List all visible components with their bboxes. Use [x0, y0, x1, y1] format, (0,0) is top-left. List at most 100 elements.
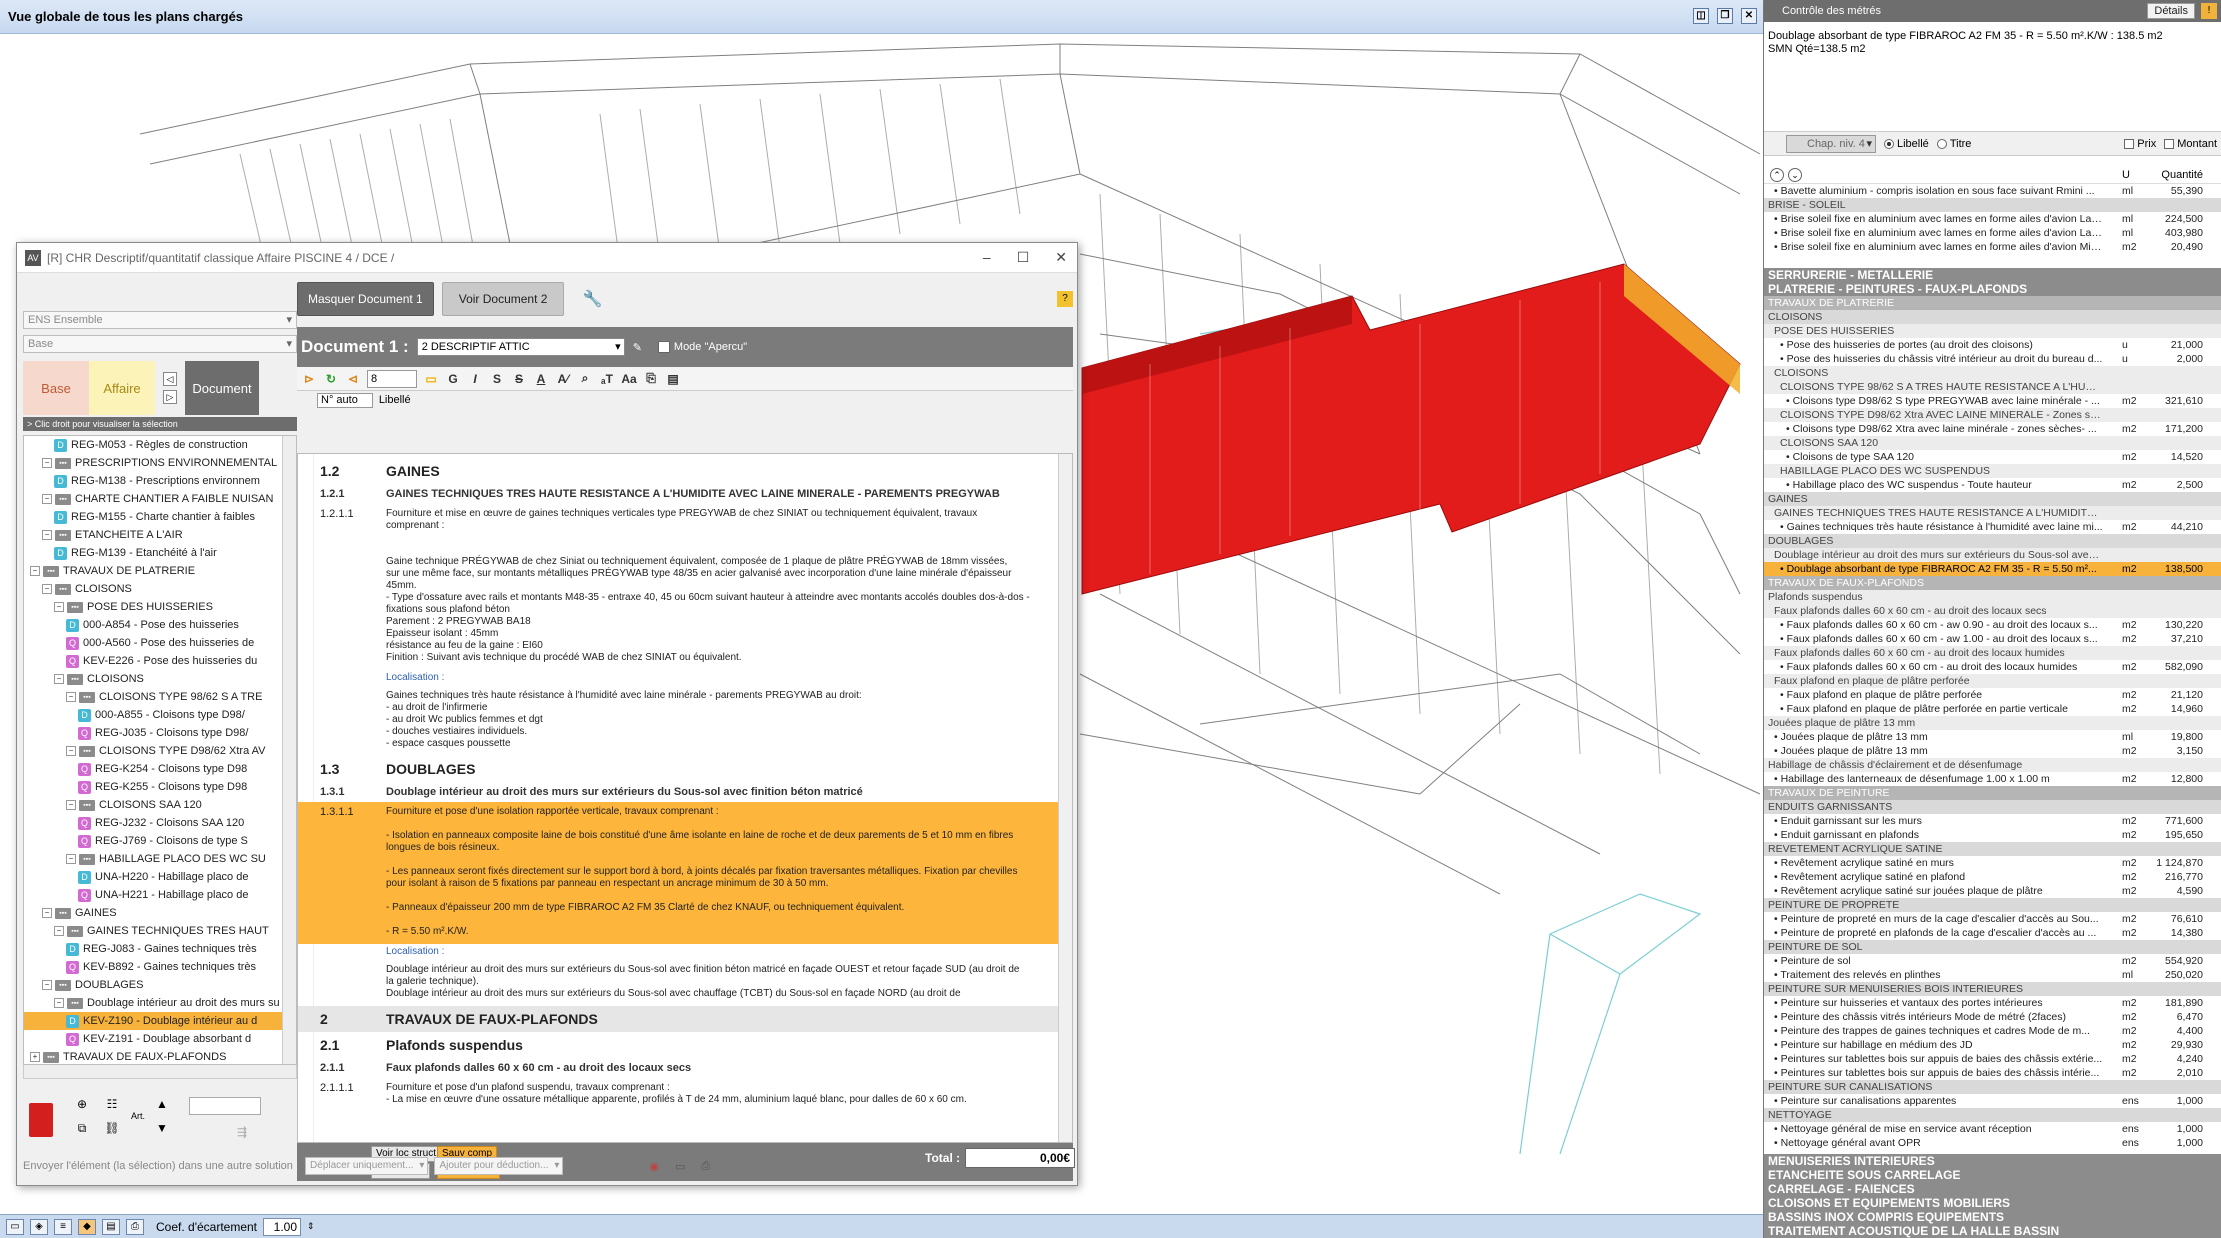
chapter-row[interactable]: GAINES TECHNIQUES TRES HAUTE RESISTANCE …: [1764, 506, 2221, 520]
document-heading[interactable]: 1.3 DOUBLAGES: [298, 756, 1072, 782]
quantity-row[interactable]: • Revêtement acrylique satiné en murs m2 1…: [1764, 856, 2221, 870]
other-chapters-list[interactable]: MENUISERIES INTERIEURES ETANCHEITE SOUS C…: [1764, 1154, 2221, 1238]
tree-item[interactable]: D REG-M139 - Etanchéité à l'air: [24, 544, 296, 562]
document-paragraph[interactable]: 1.2.1.1 Fourniture et mise en œuvre de ga…: [298, 504, 1072, 670]
quantity-row[interactable]: • Faux plafond en plaque de plâtre perfo…: [1764, 702, 2221, 716]
chapter-row[interactable]: ENDUITS GARNISSANTS: [1764, 800, 2221, 814]
eye-icon[interactable]: ◉: [649, 1160, 659, 1173]
chapter-row[interactable]: CLOISONS TYPE 98/62 S A TRES HAUTE RESIS…: [1764, 380, 2221, 394]
chapter-row[interactable]: CLOISONS: [1764, 366, 2221, 380]
font-size-select[interactable]: 8: [367, 369, 417, 388]
chapter-row[interactable]: TRAVAUX DE PEINTURE: [1764, 786, 2221, 800]
tree-expander-icon[interactable]: −: [42, 980, 52, 990]
show-document2-button[interactable]: Voir Document 2: [441, 282, 565, 316]
edit-doc-icon[interactable]: ✎: [633, 341, 642, 354]
tree-item[interactable]: D 000-A854 - Pose des huisseries: [24, 616, 296, 634]
chapter-row[interactable]: PEINTURE SUR MENUISERIES BOIS INTERIEURE…: [1764, 982, 2221, 996]
tree-item[interactable]: − ▪▪▪ Doublage intérieur au droit des murs…: [24, 994, 296, 1012]
document-paragraph[interactable]: Doublage intérieur au droit des murs sur…: [298, 960, 1072, 1006]
quantity-row[interactable]: • Cloisons type D98/62 S type PREGYWAB a…: [1764, 394, 2221, 408]
tree-expander-icon[interactable]: −: [54, 926, 64, 936]
tree-expander-icon[interactable]: −: [42, 908, 52, 918]
quantity-row[interactable]: • Peintures sur tablettes bois sur appui…: [1764, 1052, 2221, 1066]
move-up-icon[interactable]: ▲: [153, 1095, 171, 1113]
document-heading[interactable]: 2 TRAVAUX DE FAUX-PLAFONDS: [298, 1006, 1072, 1032]
chapter-row[interactable]: CLOISONS: [1764, 310, 2221, 324]
document-subheading[interactable]: 1.3.1 Doublage intérieur au droit des mur…: [298, 782, 1072, 802]
chapter-row[interactable]: REVETEMENT ACRYLIQUE SATINE: [1764, 842, 2221, 856]
library-tree[interactable]: D REG-M053 - Règles de construction − ▪▪▪ PR…: [23, 435, 297, 1065]
transfer-icon[interactable]: ⇶: [233, 1123, 251, 1141]
localisation-link[interactable]: Localisation :: [298, 670, 1072, 686]
search-box[interactable]: [189, 1097, 261, 1115]
tree-expander-icon[interactable]: −: [54, 602, 64, 612]
search-icon[interactable]: ⌕: [577, 371, 593, 386]
measure-icon[interactable]: ▤: [102, 1218, 120, 1235]
quantity-row[interactable]: • Peinture de propreté en plafonds de la…: [1764, 926, 2221, 940]
refresh-icon[interactable]: ↻: [323, 372, 339, 386]
tree-item[interactable]: D REG-M138 - Prescriptions environnem: [24, 472, 296, 490]
add-deduction-select[interactable]: Ajouter pour déduction...: [434, 1157, 564, 1175]
tree-item[interactable]: − ▪▪▪ GAINES TECHNIQUES TRES HAUT: [24, 922, 296, 940]
tree-item[interactable]: D REG-M155 - Charte chantier à faibles: [24, 508, 296, 526]
close-icon[interactable]: ✕: [1741, 8, 1757, 24]
chapter-row[interactable]: BRISE - SOLEIL: [1764, 198, 2221, 212]
quantity-row[interactable]: • Nettoyage général de mise en service a…: [1764, 1122, 2221, 1136]
ensemble-select[interactable]: ENS Ensemble: [23, 311, 297, 329]
chapter-row[interactable]: PLATRERIE - PEINTURES - FAUX-PLAFONDS: [1764, 282, 2221, 296]
quantity-row[interactable]: • Gaines techniques très haute résistanc…: [1764, 520, 2221, 534]
document-heading[interactable]: 2.1 Plafonds suspendus: [298, 1032, 1072, 1058]
quantity-row[interactable]: • Revêtement acrylique satiné sur jouées…: [1764, 884, 2221, 898]
expand-all-icon[interactable]: ⌄: [1788, 168, 1802, 182]
quantity-row[interactable]: • Enduit garnissant en plafonds m2 195,650: [1764, 828, 2221, 842]
chapter-row[interactable]: DOUBLAGES: [1764, 534, 2221, 548]
tree-item[interactable]: Q KEV-Z191 - Doublage absorbant d: [24, 1030, 296, 1048]
quantity-row[interactable]: • Peinture sur huisseries et vantaux des…: [1764, 996, 2221, 1010]
color-icon[interactable]: G: [445, 372, 461, 386]
tree-item[interactable]: − ▪▪▪ CLOISONS SAA 120: [24, 796, 296, 814]
tree-item[interactable]: − ▪▪▪ POSE DES HUISSERIES: [24, 598, 296, 616]
document-paragraph[interactable]: Gaines techniques très haute résistance …: [298, 686, 1072, 756]
tree-expander-icon[interactable]: +: [30, 1052, 40, 1062]
chapter-row[interactable]: BASSINS INOX COMPRIS EQUIPEMENTS: [1764, 1210, 2221, 1224]
tree-item[interactable]: Q KEV-E226 - Pose des huisseries du: [24, 652, 296, 670]
printer-icon[interactable]: ⎙: [701, 1160, 710, 1173]
chapter-row[interactable]: MENUISERIES INTERIEURES: [1764, 1154, 2221, 1168]
quantity-row[interactable]: • Peinture de propreté en murs de la cag…: [1764, 912, 2221, 926]
arrow-right-icon[interactable]: ▷: [163, 390, 177, 404]
quantity-row[interactable]: • Enduit garnissant sur les murs m2 771,60…: [1764, 814, 2221, 828]
tree-expander-icon[interactable]: −: [66, 854, 76, 864]
checkbox-prix[interactable]: Prix: [2124, 138, 2156, 150]
chapter-row[interactable]: Habillage de châssis d'éclairement et de…: [1764, 758, 2221, 772]
tree-tools-icon[interactable]: ☷: [103, 1095, 121, 1113]
chapter-row[interactable]: TRAVAUX DE FAUX-PLAFONDS: [1764, 576, 2221, 590]
case-icon[interactable]: Aa: [621, 372, 637, 386]
quantity-row[interactable]: • Peintures sur tablettes bois sur appui…: [1764, 1066, 2221, 1080]
tree-scrollbar[interactable]: [282, 436, 296, 1064]
checkbox-montant[interactable]: Montant: [2164, 138, 2217, 150]
chapter-row[interactable]: PEINTURE DE SOL: [1764, 940, 2221, 954]
details-button[interactable]: Détails: [2147, 3, 2195, 19]
tree-item[interactable]: Q UNA-H221 - Habillage placo de: [24, 886, 296, 904]
tree-item[interactable]: − ▪▪▪ CLOISONS TYPE 98/62 S A TRE: [24, 688, 296, 706]
highlight-icon[interactable]: A⁄: [555, 372, 571, 386]
copy-icon[interactable]: ⧉: [73, 1119, 91, 1137]
quantity-row[interactable]: • Brise soleil fixe en aluminium avec la…: [1764, 212, 2221, 226]
tree-item[interactable]: Q REG-J232 - Cloisons SAA 120: [24, 814, 296, 832]
art-icon[interactable]: Art.: [129, 1107, 147, 1125]
quantity-row[interactable]: • Peinture des trappes de gaines techniq…: [1764, 1024, 2221, 1038]
maximize-icon[interactable]: ☐: [1017, 249, 1030, 266]
tree-item[interactable]: − ▪▪▪ HABILLAGE PLACO DES WC SU: [24, 850, 296, 868]
chapter-row[interactable]: POSE DES HUISSERIES: [1764, 324, 2221, 338]
warning-icon[interactable]: !: [2201, 3, 2217, 19]
chapter-row[interactable]: GAINES: [1764, 492, 2221, 506]
tree-item[interactable]: − ▪▪▪ ETANCHEITE A L'AIR: [24, 526, 296, 544]
coef-spinner-icon[interactable]: ⇕: [307, 1221, 315, 1232]
view-3d-icon[interactable]: ◈: [30, 1218, 48, 1235]
font-color-icon[interactable]: A: [533, 372, 549, 386]
document-paragraph[interactable]: 2.1.1.1 Fourniture et pose d'un plafond s…: [298, 1078, 1072, 1112]
quantity-row[interactable]: • Peinture des châssis vitrés intérieurs…: [1764, 1010, 2221, 1024]
document-subheading[interactable]: 1.2.1 GAINES TECHNIQUES TRES HAUTE RESIST…: [298, 484, 1072, 504]
chapter-row[interactable]: Jouées plaque de plâtre 13 mm: [1764, 716, 2221, 730]
tree-item[interactable]: Q REG-K255 - Cloisons type D98: [24, 778, 296, 796]
